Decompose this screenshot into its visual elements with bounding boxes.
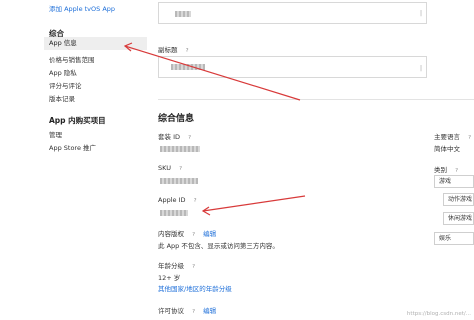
add-tvos-app-link[interactable]: 添加 Apple tvOS App — [49, 3, 115, 13]
sidebar-item-privacy[interactable]: App 隐私 — [49, 67, 77, 77]
primary-language-value[interactable]: 简体中文 — [434, 143, 460, 153]
sidebar: 添加 Apple tvOS App 综合 App 信息 价格与销售范围 App … — [0, 0, 150, 320]
subtitle-help-icon[interactable]: ? — [186, 48, 189, 54]
license-label-text: 许可协议 — [158, 307, 184, 315]
age-rating-help-icon[interactable]: ? — [192, 264, 195, 270]
content-rights-help-icon[interactable]: ? — [192, 232, 195, 238]
primary-language-label-text: 主要语言 — [434, 133, 460, 141]
other-regions-age-rating-link[interactable]: 其他国家/地区的年龄分级 — [158, 283, 232, 293]
content-rights-label-text: 内容版权 — [158, 230, 184, 238]
content-rights-edit-link[interactable]: 编辑 — [203, 230, 216, 238]
watermark: https://blog.csdn.net/... — [406, 311, 471, 317]
category-help-icon[interactable]: ? — [455, 168, 458, 174]
category-label-text: 类别 — [434, 166, 447, 174]
content-rights-value: 此 App 不包含、显示或访问第三方内容。 — [158, 242, 279, 250]
redacted-apple-id — [160, 210, 188, 216]
sku-label-text: SKU — [158, 164, 171, 172]
age-rating-value: 12+ 岁 — [158, 274, 181, 282]
content-rights-label: 内容版权 ? 编辑 — [158, 228, 216, 238]
subtitle-label: 副标题 ? — [158, 44, 189, 54]
license-edit-link[interactable]: 编辑 — [203, 307, 216, 315]
apple-id-label-text: Apple ID — [158, 196, 186, 204]
sidebar-heading-iap: App 内购买项目 — [49, 116, 106, 125]
apple-id-label: Apple ID ? — [158, 196, 197, 204]
main-content: | 副标题 ? | 综合信息 套装 ID ? SKU ? Apple ID ? … — [150, 0, 474, 320]
sidebar-item-promotion[interactable]: App Store 推广 — [49, 142, 96, 152]
primary-language-help-icon[interactable]: ? — [468, 135, 471, 141]
sidebar-item-manage[interactable]: 管理 — [49, 129, 62, 139]
name-field[interactable]: | — [158, 2, 427, 24]
general-info-title: 综合信息 — [158, 114, 195, 124]
redacted-subtitle — [171, 64, 205, 70]
primary-language-label: 主要语言 ? — [434, 131, 471, 141]
redacted-sku — [160, 178, 198, 184]
sidebar-item-version-history[interactable]: 版本记录 — [49, 93, 75, 103]
subtitle-field[interactable]: | — [158, 56, 427, 78]
bundle-id-help-icon[interactable]: ? — [188, 135, 191, 141]
sku-label: SKU ? — [158, 164, 182, 172]
category-label: 类别 ? — [434, 164, 458, 174]
bundle-id-label-text: 套装 ID — [158, 133, 180, 141]
subtitle-counter: | — [419, 65, 422, 72]
name-counter: | — [419, 10, 422, 17]
license-help-icon[interactable]: ? — [192, 309, 195, 315]
sidebar-item-pricing[interactable]: 价格与销售范围 — [49, 54, 95, 64]
secondary-category-select[interactable]: 娱乐 — [434, 232, 474, 245]
age-rating-label: 年龄分级 ? — [158, 260, 195, 270]
redacted-bundle-id — [160, 146, 200, 152]
subcategory-two-select[interactable]: 休闲游戏 — [443, 212, 474, 225]
subcategory-one-select[interactable]: 动作游戏 — [443, 193, 474, 206]
sku-help-icon[interactable]: ? — [179, 166, 182, 172]
sidebar-item-app-info[interactable]: App 信息 — [44, 37, 147, 50]
redacted-name — [175, 11, 191, 17]
license-label: 许可协议 ? 编辑 — [158, 305, 216, 315]
section-divider — [158, 99, 474, 100]
apple-id-help-icon[interactable]: ? — [194, 198, 197, 204]
bundle-id-label: 套装 ID ? — [158, 131, 191, 141]
sidebar-item-ratings[interactable]: 评分与评论 — [49, 80, 82, 90]
subtitle-label-text: 副标题 — [158, 46, 178, 54]
age-rating-label-text: 年龄分级 — [158, 262, 184, 270]
primary-category-select[interactable]: 游戏 — [434, 175, 474, 188]
